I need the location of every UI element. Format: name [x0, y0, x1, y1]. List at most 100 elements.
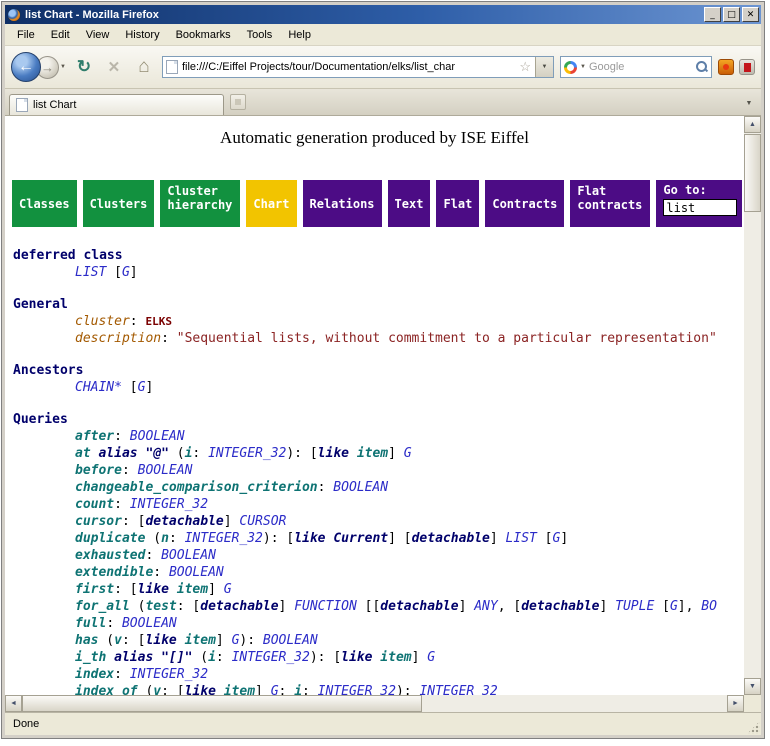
stop-button[interactable]: ✕: [102, 54, 126, 80]
code-token-kw: like: [318, 446, 349, 461]
addon-icon-2[interactable]: [739, 59, 755, 75]
url-text[interactable]: file:///C:/Eiffel Projects/tour/Document…: [182, 61, 515, 73]
nav-button-flat[interactable]: Flat: [436, 180, 479, 227]
back-button[interactable]: ←: [11, 52, 41, 82]
menu-view[interactable]: View: [78, 26, 118, 44]
vertical-scrollbar[interactable]: ▲ ▼: [744, 116, 761, 695]
code-token-cls[interactable]: BOOLEAN: [333, 480, 388, 495]
menu-edit[interactable]: Edit: [43, 26, 78, 44]
goto-input[interactable]: [663, 199, 737, 216]
maximize-button[interactable]: □: [723, 7, 740, 22]
code-token-cls[interactable]: FUNCTION: [294, 599, 357, 614]
code-token-cls[interactable]: CURSOR: [239, 514, 286, 529]
code-token-kw: like: [145, 633, 176, 648]
code-token-cls[interactable]: G: [670, 599, 678, 614]
code-token-cls[interactable]: BOOLEAN: [263, 633, 318, 648]
search-input[interactable]: Google: [589, 61, 693, 73]
code-line: full: BOOLEAN: [13, 615, 744, 632]
code-token-cls[interactable]: BOOLEAN: [130, 429, 185, 444]
code-token-cls[interactable]: INTEGER_32: [208, 446, 286, 461]
code-token-cls[interactable]: G: [427, 650, 435, 665]
menu-help[interactable]: Help: [280, 26, 319, 44]
addon-icon-1[interactable]: [718, 59, 734, 75]
menu-bookmarks[interactable]: Bookmarks: [168, 26, 239, 44]
code-token-cls[interactable]: BO: [701, 599, 717, 614]
resize-grip[interactable]: [747, 721, 760, 734]
code-line: first: [like item] G: [13, 581, 744, 598]
code-token-cls[interactable]: LIST: [506, 531, 537, 546]
menu-history[interactable]: History: [117, 26, 167, 44]
code-token-feat: first: [75, 582, 114, 597]
code-token-cls[interactable]: INTEGER_32: [232, 650, 310, 665]
nav-button-text[interactable]: Text: [388, 180, 431, 227]
code-token-cls[interactable]: INTEGER_32: [130, 667, 208, 682]
location-dropdown-button[interactable]: ▼: [535, 57, 553, 77]
code-token-cls[interactable]: CHAIN*: [75, 380, 122, 395]
code-token-cls[interactable]: INTEGER_32: [130, 497, 208, 512]
code-token-cls[interactable]: BOOLEAN: [161, 548, 216, 563]
tab-strip-extra-button[interactable]: [230, 94, 246, 110]
code-token-pl: (: [169, 446, 185, 461]
nav-button-classes[interactable]: Classes: [12, 180, 77, 227]
code-token-pl: ): [: [310, 650, 341, 665]
menu-tools[interactable]: Tools: [239, 26, 281, 44]
class-chart-code: deferred classLIST [G]Generalcluster: EL…: [5, 247, 744, 695]
firefox-window: list Chart - Mozilla Firefox _ □ ✕ FileE…: [1, 1, 765, 739]
reload-button[interactable]: ↻: [72, 54, 96, 80]
search-engine-dropdown-icon[interactable]: ▼: [580, 64, 586, 70]
nav-button-clusters[interactable]: Clusters: [83, 180, 155, 227]
home-button[interactable]: ⌂: [132, 54, 156, 80]
code-token-kw: like: [138, 582, 169, 597]
history-dropdown-icon[interactable]: ▼: [60, 64, 66, 70]
code-token-pl: :: [114, 667, 130, 682]
code-token-cls[interactable]: G: [224, 582, 232, 597]
location-bar[interactable]: file:///C:/Eiffel Projects/tour/Document…: [162, 56, 554, 78]
code-token-cls[interactable]: ANY: [474, 599, 497, 614]
code-token-feat: for_all: [75, 599, 130, 614]
nav-button-contracts[interactable]: Contracts: [485, 180, 564, 227]
horizontal-scroll-thumb[interactable]: [22, 695, 422, 712]
nav-button-flat-contracts[interactable]: Flat contracts: [570, 180, 650, 227]
scroll-up-button[interactable]: ▲: [744, 116, 761, 133]
search-icon[interactable]: [696, 61, 708, 73]
firefox-logo-icon: [7, 8, 21, 22]
code-token-cls[interactable]: G: [271, 684, 279, 695]
code-token-cls[interactable]: LIST: [75, 265, 106, 280]
bookmark-star-icon[interactable]: ☆: [519, 59, 531, 75]
code-token-feat: after: [75, 429, 114, 444]
code-token-cls[interactable]: BOOLEAN: [138, 463, 193, 478]
code-token-cls[interactable]: INTEGER_32: [318, 684, 396, 695]
tab-list-chart[interactable]: list Chart: [9, 94, 224, 115]
search-bar[interactable]: ▼ Google: [560, 56, 712, 78]
nav-button-relations[interactable]: Relations: [303, 180, 382, 227]
minimize-button[interactable]: _: [704, 7, 721, 22]
code-line: has (v: [like item] G): BOOLEAN: [13, 632, 744, 649]
scroll-right-button[interactable]: ►: [727, 695, 744, 712]
tab-bar: list Chart ▼: [5, 89, 761, 116]
code-token-cls[interactable]: INTEGER_32: [185, 531, 263, 546]
titlebar[interactable]: list Chart - Mozilla Firefox _ □ ✕: [5, 5, 761, 24]
tab-label: list Chart: [33, 99, 76, 111]
code-token-cls[interactable]: G: [404, 446, 412, 461]
google-logo-icon: [564, 61, 577, 74]
code-token-cls[interactable]: INTEGER_32: [419, 684, 497, 695]
scroll-down-button[interactable]: ▼: [744, 678, 761, 695]
back-forward-group: ← → ▼: [11, 52, 66, 82]
nav-button-cluster-hierarchy[interactable]: Cluster hierarchy: [160, 180, 240, 227]
code-line: index_of (v: [like item] G; i: INTEGER_3…: [13, 683, 744, 695]
code-token-cls[interactable]: BOOLEAN: [169, 565, 224, 580]
code-token-feat: v: [114, 633, 122, 648]
horizontal-scrollbar[interactable]: ◄ ►: [5, 695, 744, 712]
code-token-pl: ]: [560, 531, 568, 546]
code-token-cls[interactable]: BOOLEAN: [122, 616, 177, 631]
scroll-left-button[interactable]: ◄: [5, 695, 22, 712]
nav-button-chart[interactable]: Chart: [246, 180, 296, 227]
tab-list-dropdown-button[interactable]: ▼: [741, 94, 757, 112]
code-token-cls[interactable]: G: [122, 265, 130, 280]
menu-file[interactable]: File: [9, 26, 43, 44]
close-button[interactable]: ✕: [742, 7, 759, 22]
code-blank-line: [13, 281, 744, 296]
vertical-scroll-thumb[interactable]: [744, 134, 761, 212]
code-token-pl: ]: [208, 582, 224, 597]
code-token-cls[interactable]: TUPLE: [615, 599, 654, 614]
